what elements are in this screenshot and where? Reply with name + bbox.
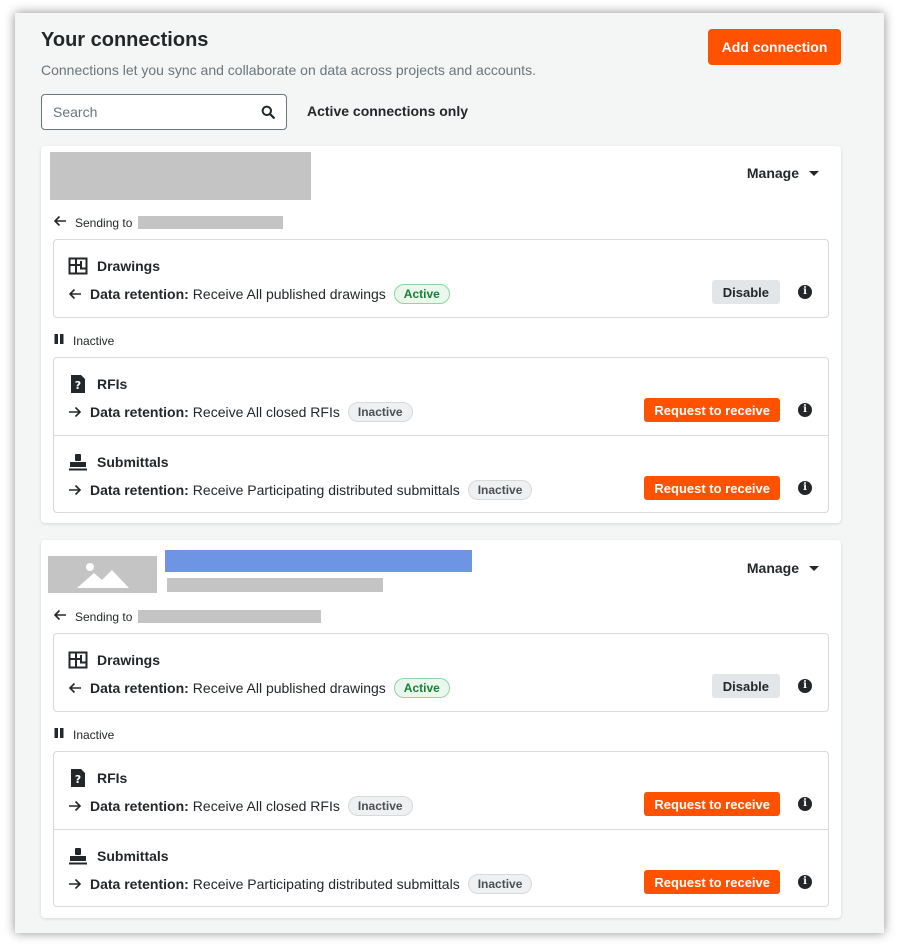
svg-text:?: ? xyxy=(75,773,81,786)
tool-name: Submittals xyxy=(68,452,169,472)
sending-to-header: Sending to xyxy=(53,609,322,624)
manage-dropdown[interactable]: Manage xyxy=(747,560,819,576)
arrow-right-icon xyxy=(68,799,82,813)
request-to-receive-button[interactable]: Request to receive xyxy=(644,476,780,500)
svg-text:?: ? xyxy=(75,379,81,392)
search-field[interactable] xyxy=(41,94,287,130)
inactive-label: Inactive xyxy=(73,727,115,742)
inactive-label: Inactive xyxy=(73,333,115,348)
tool-row-drawings: Drawings Data retention: Receive All pub… xyxy=(54,634,828,711)
connection-card: Manage Sending to Drawings Data retentio… xyxy=(41,540,841,918)
page-title: Your connections xyxy=(41,29,209,51)
active-tools-box: Drawings Data retention: Receive All pub… xyxy=(53,239,829,318)
chevron-down-icon xyxy=(809,565,819,571)
pause-icon xyxy=(53,727,65,742)
floor-plan-icon xyxy=(68,650,88,670)
stamp-icon xyxy=(68,452,88,472)
data-retention: Data retention: Receive All closed RFIs … xyxy=(68,796,413,816)
active-connections-only-toggle[interactable]: Active connections only xyxy=(307,103,468,119)
tool-name: Drawings xyxy=(68,256,160,276)
question-document-icon: ? xyxy=(68,374,88,394)
active-tools-box: Drawings Data retention: Receive All pub… xyxy=(53,633,829,712)
sending-to-label: Sending to xyxy=(75,609,133,624)
info-icon[interactable]: i xyxy=(798,679,812,693)
floor-plan-icon xyxy=(68,256,88,276)
status-badge: Inactive xyxy=(347,402,413,422)
data-retention: Data retention: Receive All published dr… xyxy=(68,678,450,698)
tool-row-submittals: Submittals Data retention: Receive Parti… xyxy=(54,829,828,906)
project-name-placeholder xyxy=(50,152,311,200)
arrow-left-icon xyxy=(53,609,67,624)
arrow-left-icon xyxy=(68,681,82,695)
arrow-right-icon xyxy=(68,483,82,497)
sending-to-label: Sending to xyxy=(75,215,133,230)
arrow-right-icon xyxy=(68,405,82,419)
info-icon[interactable]: i xyxy=(798,797,812,811)
info-icon[interactable]: i xyxy=(798,285,812,299)
search-icon[interactable] xyxy=(260,104,276,120)
tool-row-drawings: Drawings Data retention: Receive All pub… xyxy=(54,240,828,317)
add-connection-button[interactable]: Add connection xyxy=(708,29,841,65)
tool-name: Submittals xyxy=(68,846,169,866)
data-retention: Data retention: Receive All published dr… xyxy=(68,284,450,304)
page-subtitle: Connections let you sync and collaborate… xyxy=(41,62,536,78)
info-icon[interactable]: i xyxy=(798,875,812,889)
tool-name: Drawings xyxy=(68,650,160,670)
request-to-receive-button[interactable]: Request to receive xyxy=(644,792,780,816)
tool-name: ? RFIs xyxy=(68,768,127,788)
chevron-down-icon xyxy=(809,170,819,176)
data-retention: Data retention: Receive Participating di… xyxy=(68,874,533,894)
status-badge: Inactive xyxy=(467,480,533,500)
sending-to-header: Sending to xyxy=(53,215,284,230)
inactive-header: Inactive xyxy=(53,727,114,742)
arrow-left-icon xyxy=(53,215,67,230)
inactive-tools-box: ? RFIs Data retention: Receive All close… xyxy=(53,357,829,513)
inactive-header: Inactive xyxy=(53,333,114,348)
tool-row-submittals: Submittals Data retention: Receive Parti… xyxy=(54,435,828,512)
question-document-icon: ? xyxy=(68,768,88,788)
disable-button[interactable]: Disable xyxy=(711,674,780,698)
data-retention: Data retention: Receive Participating di… xyxy=(68,480,533,500)
inactive-tools-box: ? RFIs Data retention: Receive All close… xyxy=(53,751,829,907)
connections-panel: Your connections Connections let you syn… xyxy=(15,13,884,933)
status-badge: Inactive xyxy=(347,796,413,816)
arrow-right-icon xyxy=(68,877,82,891)
pause-icon xyxy=(53,333,65,348)
status-badge: Active xyxy=(393,284,450,304)
info-icon[interactable]: i xyxy=(798,403,812,417)
image-placeholder-icon xyxy=(48,556,157,593)
connection-card: Manage Sending to Drawings Data retentio… xyxy=(41,146,841,523)
disable-button[interactable]: Disable xyxy=(711,280,780,304)
status-badge: Inactive xyxy=(467,874,533,894)
info-icon[interactable]: i xyxy=(798,481,812,495)
status-badge: Active xyxy=(393,678,450,698)
manage-label: Manage xyxy=(746,165,799,181)
recipient-placeholder xyxy=(138,610,322,623)
manage-dropdown[interactable]: Manage xyxy=(747,165,819,181)
data-retention: Data retention: Receive All closed RFIs … xyxy=(68,402,413,422)
company-name-placeholder xyxy=(167,578,383,592)
manage-label: Manage xyxy=(746,560,799,576)
project-name-placeholder xyxy=(165,550,472,572)
tool-row-rfis: ? RFIs Data retention: Receive All close… xyxy=(54,752,828,829)
stamp-icon xyxy=(68,846,88,866)
request-to-receive-button[interactable]: Request to receive xyxy=(644,870,780,894)
tool-row-rfis: ? RFIs Data retention: Receive All close… xyxy=(54,358,828,435)
search-input[interactable] xyxy=(53,104,260,120)
recipient-placeholder xyxy=(138,216,284,229)
request-to-receive-button[interactable]: Request to receive xyxy=(644,398,780,422)
tool-name: ? RFIs xyxy=(68,374,127,394)
arrow-left-icon xyxy=(68,287,82,301)
